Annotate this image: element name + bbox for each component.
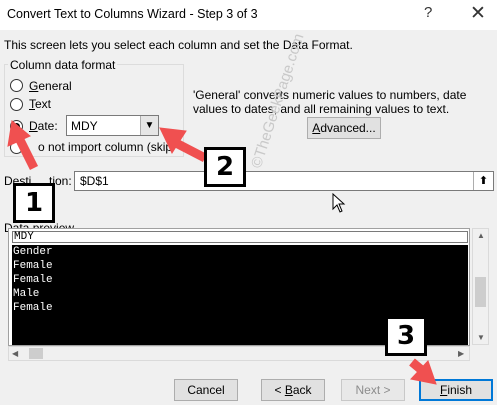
step-badge-2: 2 (204, 147, 246, 187)
step-badge-1: 1 (13, 183, 55, 223)
step-badge-3: 3 (385, 316, 427, 356)
arrow-1-shaft (15, 137, 39, 171)
arrow-2-shaft (173, 139, 208, 162)
